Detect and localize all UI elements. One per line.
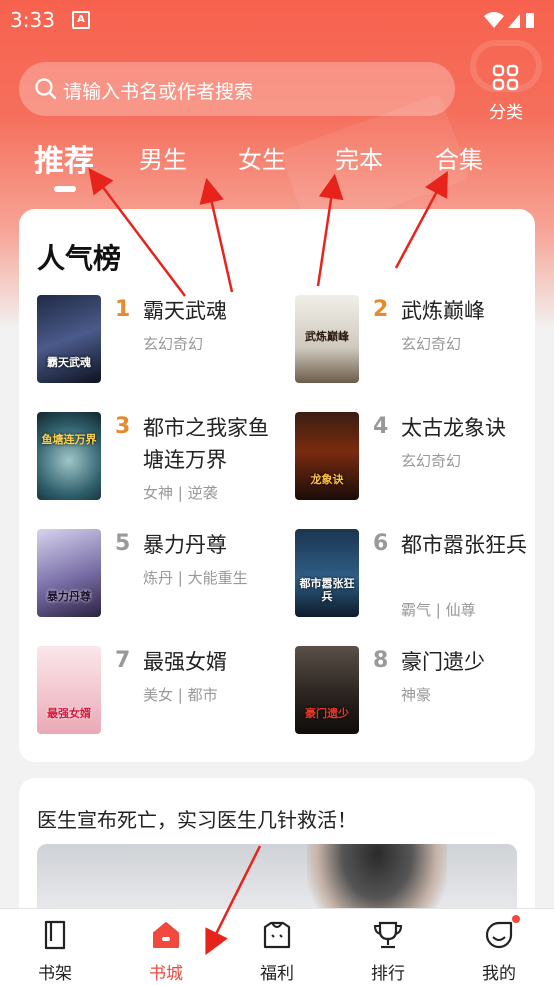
tab-female[interactable]: 女生 bbox=[238, 140, 286, 175]
featured-headline: 医生宣布死亡，实习医生几针救活！ bbox=[37, 808, 357, 832]
active-tab-indicator bbox=[54, 186, 76, 192]
book-title: 暴力丹尊 bbox=[143, 533, 227, 557]
popularity-ranking-card: 人气榜 霸天武魂 1 霸天武魂 玄幻奇幻 武炼巅峰 2 武炼巅峰 玄幻奇幻 鱼塘… bbox=[19, 209, 535, 762]
book-cover: 鱼塘连万界 bbox=[37, 412, 101, 500]
category-label: 分类 bbox=[489, 103, 523, 123]
notification-dot bbox=[512, 915, 520, 923]
book-item-6[interactable]: 都市嚣张狂兵 6 都市嚣张狂兵 霸气 | 仙尊 bbox=[295, 529, 545, 629]
nav-profile[interactable]: 我的 bbox=[464, 919, 534, 984]
book-cover: 暴力丹尊 bbox=[37, 529, 101, 617]
book-tags: 霸气 | 仙尊 bbox=[401, 601, 476, 619]
book-cover: 都市嚣张狂兵 bbox=[295, 529, 359, 617]
book-item-7[interactable]: 最强女婿 7 最强女婿 美女 | 都市 bbox=[37, 646, 287, 746]
search-icon bbox=[35, 78, 57, 100]
rank-number: 3 bbox=[115, 414, 131, 439]
rank-number: 8 bbox=[373, 648, 389, 673]
book-item-5[interactable]: 暴力丹尊 5 暴力丹尊 炼丹 | 大能重生 bbox=[37, 529, 287, 629]
book-title: 最强女婿 bbox=[143, 650, 227, 674]
bottom-navigation: 书架 书城 福利 排行 我的 bbox=[0, 908, 554, 985]
tab-completed[interactable]: 完本 bbox=[335, 140, 383, 175]
app-notification-icon: A bbox=[72, 11, 90, 29]
book-tags: 玄幻奇幻 bbox=[401, 452, 462, 470]
trophy-icon bbox=[373, 921, 403, 949]
book-tags: 美女 | 都市 bbox=[143, 686, 218, 704]
nav-welfare[interactable]: 福利 bbox=[242, 919, 312, 984]
book-title: 武炼巅峰 bbox=[401, 299, 485, 323]
signal-battery-icon bbox=[484, 12, 534, 28]
search-bar[interactable]: 请输入书名或作者搜索 bbox=[19, 62, 455, 116]
book-cover: 武炼巅峰 bbox=[295, 295, 359, 383]
book-cover: 最强女婿 bbox=[37, 646, 101, 734]
book-item-8[interactable]: 豪门遗少 8 豪门遗少 神豪 bbox=[295, 646, 545, 746]
search-placeholder: 请输入书名或作者搜索 bbox=[63, 81, 254, 103]
status-time: 3:33 bbox=[10, 8, 55, 32]
book-item-4[interactable]: 龙象诀 4 太古龙象诀 玄幻奇幻 bbox=[295, 412, 545, 512]
book-title: 霸天武魂 bbox=[143, 299, 227, 323]
book-tags: 女神 | 逆袭 bbox=[143, 484, 218, 502]
book-tags: 玄幻奇幻 bbox=[143, 335, 204, 353]
book-cover: 豪门遗少 bbox=[295, 646, 359, 734]
ranking-title: 人气榜 bbox=[37, 242, 122, 275]
book-tags: 玄幻奇幻 bbox=[401, 335, 462, 353]
rank-number: 2 bbox=[373, 297, 389, 322]
book-tags: 炼丹 | 大能重生 bbox=[143, 569, 248, 587]
store-icon bbox=[153, 922, 179, 948]
book-item-1[interactable]: 霸天武魂 1 霸天武魂 玄幻奇幻 bbox=[37, 295, 287, 395]
profile-icon bbox=[485, 921, 513, 949]
bookshelf-icon bbox=[44, 920, 66, 950]
category-button[interactable]: 分类 bbox=[484, 64, 528, 123]
rank-number: 1 bbox=[115, 297, 131, 322]
book-tags: 神豪 bbox=[401, 686, 432, 704]
channel-tabs: 推荐 男生 女生 完本 合集 bbox=[0, 140, 554, 192]
grid-icon bbox=[492, 64, 519, 91]
rank-number: 5 bbox=[115, 531, 131, 556]
nav-ranking[interactable]: 排行 bbox=[353, 919, 423, 984]
book-cover: 霸天武魂 bbox=[37, 295, 101, 383]
nav-store[interactable]: 书城 bbox=[131, 919, 201, 984]
tab-recommend[interactable]: 推荐 bbox=[34, 136, 94, 180]
book-item-3[interactable]: 鱼塘连万界 3 都市之我家鱼塘连万界 女神 | 逆袭 bbox=[37, 412, 287, 512]
book-title: 太古龙象诀 bbox=[401, 416, 506, 440]
book-cover: 龙象诀 bbox=[295, 412, 359, 500]
rank-number: 7 bbox=[115, 648, 131, 673]
status-bar: 3:33 A bbox=[0, 0, 554, 40]
book-item-2[interactable]: 武炼巅峰 2 武炼巅峰 玄幻奇幻 bbox=[295, 295, 545, 395]
rank-number: 6 bbox=[373, 531, 389, 556]
book-title: 都市之我家鱼塘连万界 bbox=[143, 416, 269, 472]
gift-shirt-icon bbox=[263, 921, 291, 949]
book-title: 豪门遗少 bbox=[401, 650, 485, 674]
nav-bookshelf[interactable]: 书架 bbox=[20, 919, 90, 984]
book-title: 都市嚣张狂兵 bbox=[401, 533, 527, 557]
rank-number: 4 bbox=[373, 414, 389, 439]
tab-collection[interactable]: 合集 bbox=[435, 140, 483, 175]
tab-male[interactable]: 男生 bbox=[139, 140, 187, 175]
